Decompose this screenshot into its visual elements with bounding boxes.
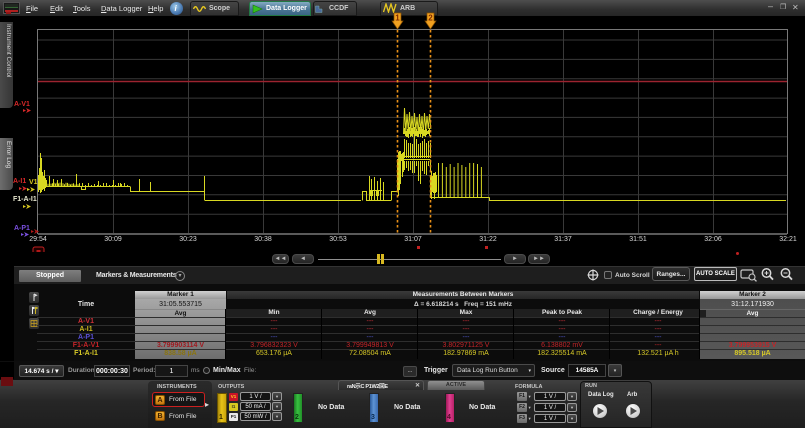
svg-text:F1-A-I1: F1-A-I1 — [13, 196, 37, 203]
svg-text:1: 1 — [395, 14, 400, 23]
svg-text:V1: V1 — [29, 179, 38, 186]
svg-text:A-V1: A-V1 — [14, 101, 30, 108]
svg-text:A-P1: A-P1 — [14, 225, 30, 232]
svg-text:A-I1: A-I1 — [13, 178, 26, 185]
svg-text:2: 2 — [428, 14, 433, 23]
